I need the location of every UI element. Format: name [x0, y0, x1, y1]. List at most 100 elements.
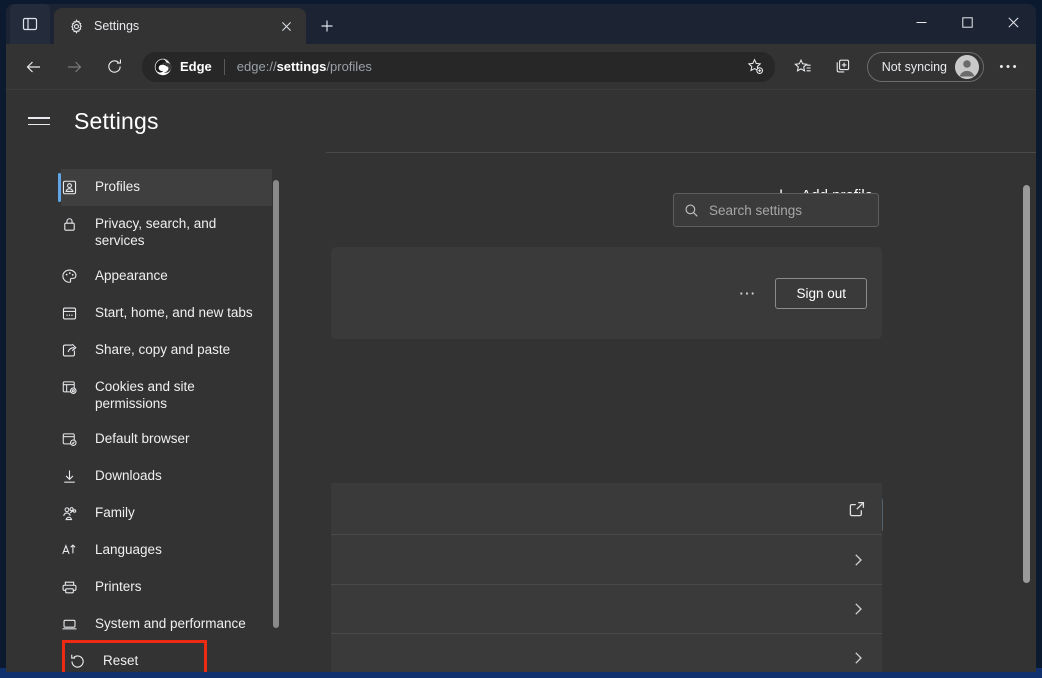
- favorites-button[interactable]: [787, 51, 819, 83]
- sidebar-item-label: Profiles: [95, 178, 140, 195]
- account-more-button[interactable]: ⋯: [738, 285, 757, 302]
- sidebar-item-languages[interactable]: Languages: [61, 532, 272, 569]
- languages-icon: [61, 542, 79, 560]
- sidebar-item-reset-settings[interactable]: Reset settings: [65, 643, 204, 672]
- settings-header: Settings: [6, 90, 1036, 152]
- default-browser-icon: [61, 431, 79, 449]
- search-settings-box[interactable]: [673, 193, 879, 227]
- sidebar-scrollbar-thumb[interactable]: [273, 180, 279, 628]
- tab-actions-button[interactable]: [10, 4, 50, 44]
- download-icon: [61, 468, 79, 486]
- sign-out-button[interactable]: Sign out: [775, 278, 867, 309]
- forward-button[interactable]: [58, 51, 90, 83]
- profile-sync-button[interactable]: Not syncing: [867, 52, 984, 82]
- refresh-button[interactable]: [98, 51, 130, 83]
- account-card: ⋯ Sign out: [331, 247, 882, 339]
- sidebar-item-label: Family: [95, 504, 135, 521]
- sidebar-item-profiles[interactable]: Profiles: [61, 169, 272, 206]
- back-button[interactable]: [18, 51, 50, 83]
- search-input[interactable]: [709, 203, 886, 218]
- profile-sync-label: Not syncing: [882, 60, 947, 74]
- sidebar-item-label: Share, copy and paste: [95, 341, 230, 358]
- settings-row[interactable]: [331, 585, 882, 634]
- sidebar-item-label: Cookies and site permissions: [95, 378, 254, 412]
- window-icon: [61, 305, 79, 323]
- share-icon: [61, 342, 79, 360]
- sidebar-item-label: Downloads: [95, 467, 162, 484]
- sidebar-item-share-copy-paste[interactable]: Share, copy and paste: [61, 332, 272, 369]
- tab-title: Settings: [94, 19, 264, 33]
- browser-toolbar: Edge edge://settings/profiles: [6, 44, 1036, 90]
- sidebar-item-default-browser[interactable]: Default browser: [61, 421, 272, 458]
- sidebar-item-label: Appearance: [95, 267, 168, 284]
- sidebar-item-downloads[interactable]: Downloads: [61, 458, 272, 495]
- gear-icon: [68, 18, 84, 34]
- settings-sidebar: Profiles Privacy, search, and services: [6, 152, 326, 672]
- omnibox-separator: [224, 59, 225, 75]
- settings-page: + Add profile ⋯ Sign out: [6, 90, 1036, 672]
- omnibox-url-text: edge://settings/profiles: [237, 59, 735, 74]
- reset-icon: [69, 653, 87, 671]
- plus-icon: [320, 19, 334, 33]
- profiles-main-content: + Add profile ⋯ Sign out: [326, 152, 1036, 672]
- profile-icon: [61, 179, 79, 197]
- window-controls: [898, 4, 1036, 44]
- sidebar-item-label: Privacy, search, and services: [95, 215, 254, 249]
- sidebar-item-label: System and performance: [95, 615, 246, 632]
- sidebar-item-system-performance[interactable]: System and performance: [61, 606, 272, 643]
- settings-row[interactable]: [331, 535, 882, 585]
- settings-row[interactable]: [331, 483, 882, 535]
- chevron-right-icon: [850, 601, 866, 617]
- chevron-right-icon: [850, 552, 866, 568]
- add-favorite-button[interactable]: [743, 54, 769, 80]
- back-arrow-icon: [25, 58, 43, 76]
- family-icon: [61, 505, 79, 523]
- avatar: [955, 55, 979, 79]
- collections-icon: [834, 58, 852, 76]
- sidebar-item-appearance[interactable]: Appearance: [61, 258, 272, 295]
- search-icon: [684, 203, 699, 218]
- settings-row[interactable]: [331, 634, 882, 672]
- sidebar-item-label: Default browser: [95, 430, 190, 447]
- edge-browser-window: Settings: [6, 4, 1036, 672]
- sidebar-item-label: Languages: [95, 541, 162, 558]
- star-plus-icon: [747, 58, 764, 75]
- content-divider: [326, 152, 1036, 153]
- sidebar-item-printers[interactable]: Printers: [61, 569, 272, 606]
- laptop-icon: [61, 616, 79, 634]
- cookies-icon: [61, 379, 79, 397]
- sidebar-item-label: Printers: [95, 578, 142, 595]
- sidebar-item-start-home[interactable]: Start, home, and new tabs: [61, 295, 272, 332]
- sidebar-item-privacy[interactable]: Privacy, search, and services: [61, 206, 272, 258]
- tab-strip: Settings: [6, 4, 1036, 44]
- edge-logo-icon: [154, 58, 172, 76]
- sidebar-item-family[interactable]: Family: [61, 495, 272, 532]
- content-scrollbar-thumb[interactable]: [1023, 185, 1030, 583]
- account-card-actions: ⋯ Sign out: [738, 278, 867, 309]
- new-tab-button[interactable]: [312, 11, 342, 41]
- browser-menu-button[interactable]: [992, 51, 1024, 83]
- sidebar-item-cookies[interactable]: Cookies and site permissions: [61, 369, 272, 421]
- sidebar-item-label: Reset settings: [103, 652, 186, 672]
- tab-close-button[interactable]: [274, 14, 298, 38]
- favorites-list-icon: [794, 58, 812, 76]
- sidebar-scrollbar[interactable]: [273, 180, 279, 658]
- tab-actions-icon: [22, 16, 38, 32]
- hamburger-icon[interactable]: [28, 117, 50, 125]
- collections-button[interactable]: [827, 51, 859, 83]
- forward-arrow-icon: [65, 58, 83, 76]
- chevron-right-icon: [850, 650, 866, 666]
- minimize-button[interactable]: [898, 4, 944, 40]
- browser-tab-settings[interactable]: Settings: [54, 8, 306, 44]
- content-scrollbar[interactable]: [1022, 152, 1030, 672]
- maximize-button[interactable]: [944, 4, 990, 40]
- printer-icon: [61, 579, 79, 597]
- omnibox-brand-label: Edge: [180, 59, 212, 74]
- external-link-icon: [848, 500, 866, 518]
- page-title: Settings: [74, 108, 159, 135]
- close-window-button[interactable]: [990, 4, 1036, 40]
- refresh-icon: [106, 58, 123, 75]
- address-bar[interactable]: Edge edge://settings/profiles: [142, 52, 775, 82]
- palette-icon: [61, 268, 79, 286]
- lock-icon: [61, 216, 79, 234]
